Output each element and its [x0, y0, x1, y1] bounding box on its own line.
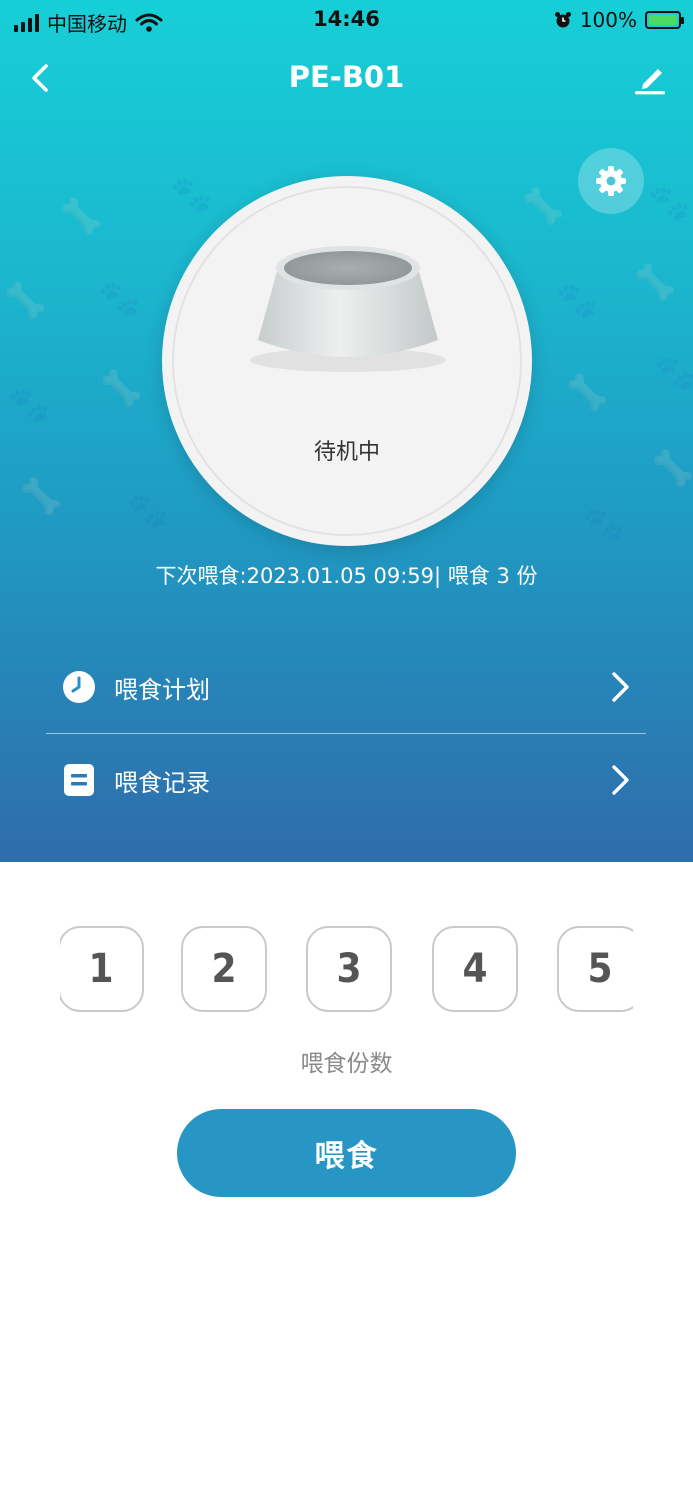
- device-state-label: 待机中: [313, 440, 380, 465]
- feeding-record-label: 喂食记录: [114, 768, 210, 797]
- page-title: PE-B01: [288, 60, 405, 94]
- bone-pattern-icon: 🦴: [4, 281, 47, 321]
- portion-option-3[interactable]: 3: [306, 926, 392, 1012]
- status-bar: 中国移动 14:46 100%: [0, 0, 693, 40]
- clock-icon: [63, 671, 95, 703]
- feeding-record-row[interactable]: 喂食记录: [46, 735, 646, 825]
- chevron-right-icon: [612, 672, 629, 702]
- edit-icon[interactable]: [631, 58, 671, 98]
- bone-pattern-icon: 🦴: [60, 197, 103, 237]
- battery-icon: [645, 11, 684, 29]
- paw-pattern-icon: 🐾: [98, 279, 141, 319]
- document-icon: [64, 764, 94, 796]
- settings-button[interactable]: [578, 148, 644, 214]
- portion-option-1[interactable]: 1: [60, 926, 144, 1012]
- feeding-plan-row[interactable]: 喂食计划: [46, 642, 646, 732]
- menu-divider: [46, 733, 646, 734]
- bone-pattern-icon: 🦴: [652, 449, 693, 489]
- feeding-plan-label: 喂食计划: [114, 675, 210, 704]
- bone-pattern-icon: 🦴: [20, 477, 63, 517]
- bone-pattern-icon: 🦴: [100, 369, 143, 409]
- bone-pattern-icon: 🦴: [634, 263, 677, 303]
- portion-selector[interactable]: 1 2 3 4 5: [60, 924, 633, 1016]
- chevron-right-icon: [612, 765, 629, 795]
- device-status-display: 待机中: [162, 176, 532, 546]
- bone-pattern-icon: 🦴: [522, 187, 565, 227]
- portion-option-2[interactable]: 2: [181, 926, 267, 1012]
- portion-option-4[interactable]: 4: [432, 926, 518, 1012]
- navigation-bar: PE-B01: [0, 50, 693, 106]
- portions-label: 喂食份数: [300, 1051, 393, 1077]
- feed-button[interactable]: 喂食: [177, 1109, 516, 1197]
- battery-percent: 100%: [579, 8, 637, 32]
- paw-pattern-icon: 🐾: [126, 491, 169, 531]
- paw-pattern-icon: 🐾: [582, 505, 625, 545]
- gear-icon: [596, 166, 626, 196]
- alarm-icon: [554, 12, 571, 28]
- paw-pattern-icon: 🐾: [556, 281, 599, 321]
- status-right: 100%: [554, 8, 684, 32]
- paw-pattern-icon: 🐾: [170, 175, 213, 215]
- portion-option-5[interactable]: 5: [557, 926, 633, 1012]
- next-feeding-info: 下次喂食:2023.01.05 09:59| 喂食 3 份: [155, 564, 538, 588]
- bone-pattern-icon: 🦴: [566, 373, 609, 413]
- paw-pattern-icon: 🐾: [8, 385, 51, 425]
- header-panel: 🐾 🦴 🐾 🦴 🦴 🐾 🦴 🐾 🦴 🐾 🦴 🐾 🐾 🦴 🦴 🐾 中国移动 14:…: [0, 0, 693, 862]
- pet-bowl-icon: [250, 246, 446, 372]
- paw-pattern-icon: 🐾: [654, 353, 693, 393]
- paw-pattern-icon: 🐾: [648, 183, 691, 223]
